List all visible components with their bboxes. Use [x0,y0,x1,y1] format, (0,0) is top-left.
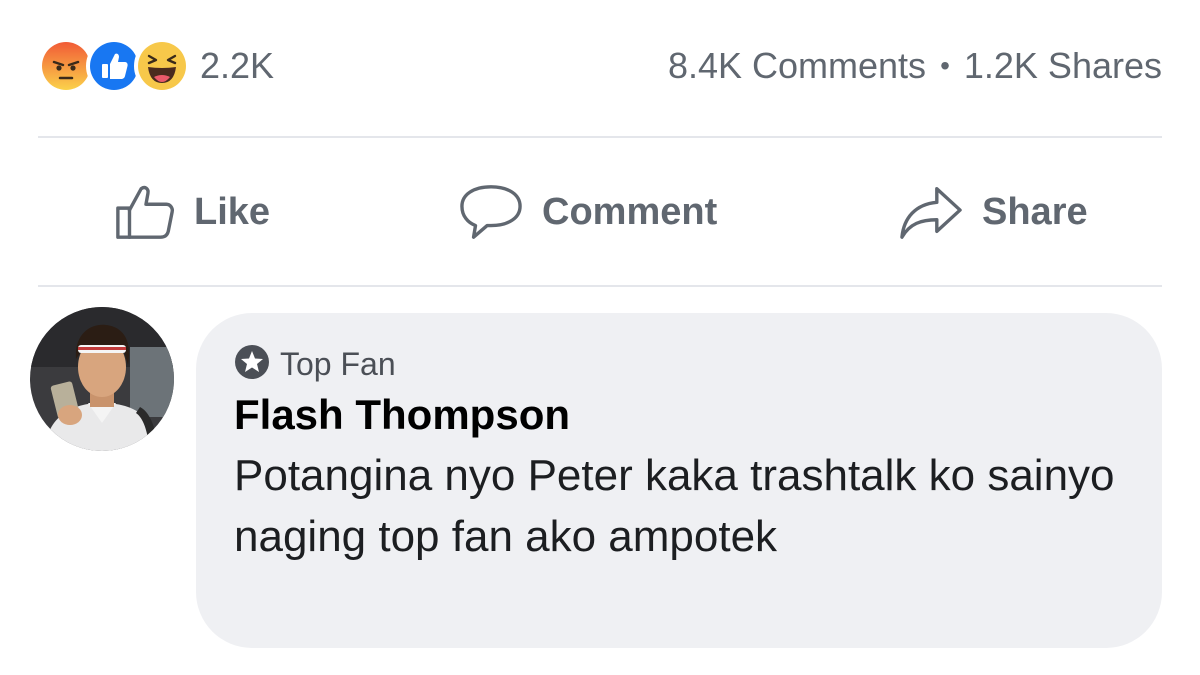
comment-author-link[interactable]: Flash Thompson [234,389,570,441]
haha-reaction-icon [134,38,190,94]
comment-button[interactable]: Comment [458,160,717,264]
comment-text: Potangina nyo Peter kaka trashtalk ko sa… [234,451,1115,561]
post-action-bar: Like Comment Share [38,160,1162,264]
like-button[interactable]: Like [114,160,270,264]
avatar[interactable] [30,307,174,451]
speech-bubble-icon [458,181,524,243]
engagement-counts: 8.4K Comments • 1.2K Shares [668,36,1162,96]
post-stats-bar: 2.2K 8.4K Comments • 1.2K Shares [38,36,1162,96]
comments-count-link[interactable]: 8.4K Comments [668,36,926,96]
reactions-summary[interactable]: 2.2K [38,36,274,96]
share-button-label: Share [982,190,1088,233]
top-fan-label: Top Fan [280,345,396,382]
comment-button-label: Comment [542,190,718,233]
bottom-divider [38,285,1162,287]
top-divider [38,136,1162,138]
share-arrow-icon [898,181,964,243]
like-button-label: Like [194,190,271,233]
thumbs-up-icon [114,181,176,243]
comment-bubble: Top Fan Flash Thompson Potangina nyo Pet… [196,313,1162,648]
reaction-count[interactable]: 2.2K [200,36,274,96]
shares-count-link[interactable]: 1.2K Shares [964,36,1162,96]
star-badge-icon [234,344,270,385]
top-fan-badge: Top Fan [234,341,396,387]
separator-dot: • [940,50,950,81]
share-button[interactable]: Share [898,160,1088,264]
